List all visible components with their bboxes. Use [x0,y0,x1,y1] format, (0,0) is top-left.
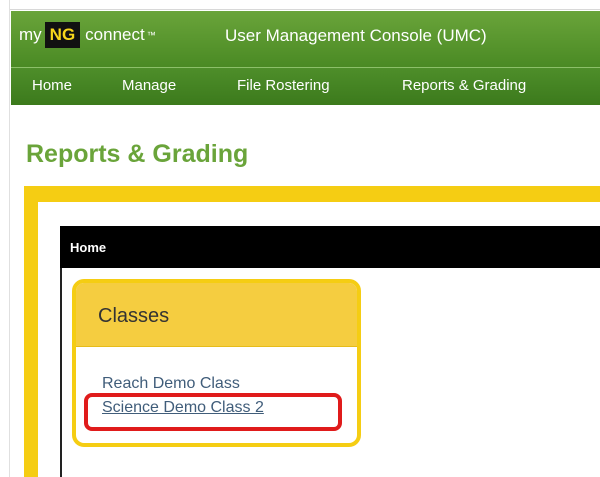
logo-my-text: my [19,25,42,44]
class-link-reach-demo-class[interactable]: Reach Demo Class [102,375,240,393]
left-border [0,0,10,477]
myngconnect-logo[interactable]: my NG connect ™ [19,21,156,49]
selected-class-highlight [84,393,342,431]
trademark-symbol: ™ [146,30,156,40]
top-border [0,0,600,10]
main-navigation: Home Manage File Rostering Reports & Gra… [11,67,600,105]
nav-item-home[interactable]: Home [32,77,72,94]
nav-item-manage[interactable]: Manage [122,77,176,94]
app-title: User Management Console (UMC) [225,26,487,45]
logo-ng-mark: NG [44,22,81,48]
nav-item-reports-grading[interactable]: Reports & Grading [402,77,526,94]
brand-header: my NG connect ™ User Management Console … [11,11,600,67]
breadcrumb: Home [60,226,600,268]
classes-title: Classes [98,305,170,327]
nav-item-file-rostering[interactable]: File Rostering [237,77,330,94]
breadcrumb-home[interactable]: Home [70,240,106,255]
page-title: Reports & Grading [26,140,249,168]
logo-connect-text: connect [85,25,145,44]
classes-card-header: Classes [76,283,357,347]
